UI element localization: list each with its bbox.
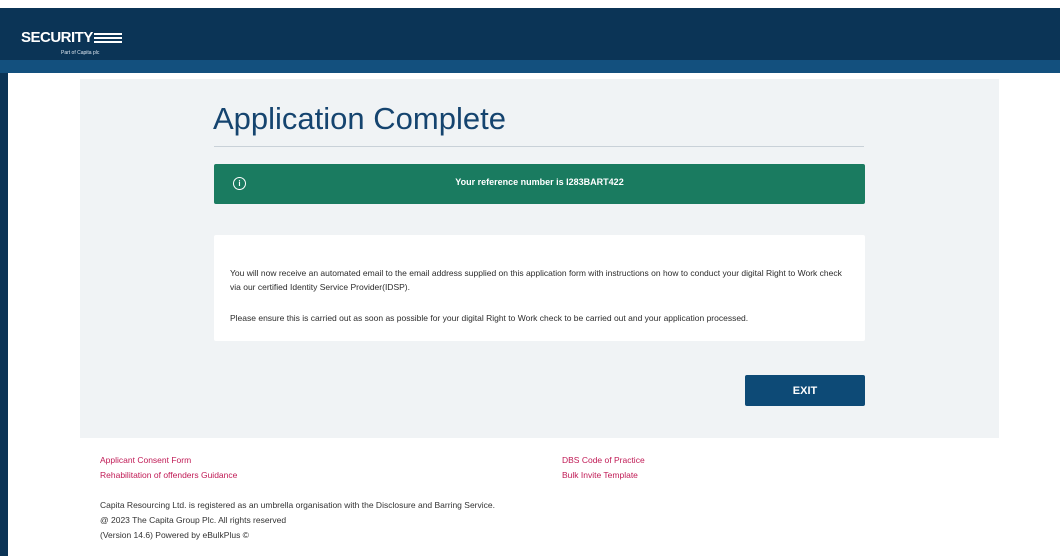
dbs-code-of-practice-link[interactable]: DBS Code of Practice — [562, 455, 645, 465]
applicant-consent-form-link[interactable]: Applicant Consent Form — [100, 455, 191, 465]
instructions-paragraph-urgency: Please ensure this is carried out as soo… — [230, 313, 749, 323]
top-navigation-bar: SECURITY Part of Capita plc — [0, 8, 1060, 60]
instructions-paragraph-email: You will now receive an automated email … — [230, 268, 842, 292]
rehabilitation-guidance-link[interactable]: Rehabilitation of offenders Guidance — [100, 470, 237, 480]
reference-number-banner: i Your reference number is I283BART422 — [214, 164, 865, 204]
instructions-box: You will now receive an automated email … — [214, 235, 865, 341]
logo-mark-icon — [93, 33, 122, 45]
header-stripe — [0, 60, 1060, 73]
left-edge-bar — [0, 73, 8, 556]
registration-text: Capita Resourcing Ltd. is registered as … — [100, 500, 495, 510]
copyright-text: @ 2023 The Capita Group Plc. All rights … — [100, 515, 287, 525]
confirmation-panel: Application Complete i Your reference nu… — [80, 79, 999, 438]
security-logo[interactable]: SECURITY Part of Capita plc — [21, 29, 122, 56]
page-title: Application Complete — [213, 101, 506, 136]
logo-text: SECURITY — [21, 29, 93, 46]
logo-subtext: Part of Capita plc — [61, 50, 100, 56]
bulk-invite-template-link[interactable]: Bulk Invite Template — [562, 470, 638, 480]
reference-number-text: Your reference number is I283BART422 — [455, 177, 624, 187]
exit-button[interactable]: EXIT — [745, 375, 865, 406]
title-divider — [214, 146, 864, 147]
version-text: (Version 14.6) Powered by eBulkPlus © — [100, 530, 249, 540]
